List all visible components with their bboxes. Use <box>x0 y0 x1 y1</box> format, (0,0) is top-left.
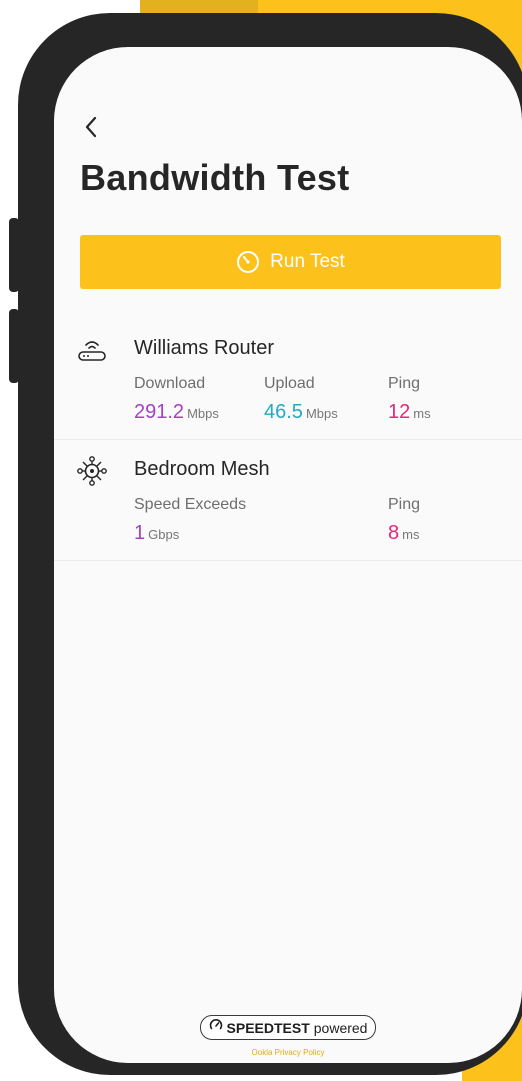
page-title: Bandwidth Test <box>80 157 350 198</box>
device-name: Bedroom Mesh <box>134 458 270 480</box>
metric-value: 291.2 <box>134 401 185 423</box>
metric-label: Download <box>134 375 206 392</box>
mesh-node-icon <box>75 454 109 488</box>
speedtest-powered: powered <box>313 1019 368 1036</box>
device-row-williams-router[interactable]: Williams Router Download 291.2 Mbps Uploa… <box>54 319 522 440</box>
run-test-button[interactable]: Run Test <box>80 235 501 289</box>
metric-value: 1 <box>134 522 146 544</box>
metric-label: Upload <box>264 375 315 392</box>
privacy-policy-link[interactable]: Ookla Privacy Policy <box>252 1048 325 1057</box>
metric-unit: ms <box>402 527 420 542</box>
ping-metric: Ping 12 ms <box>388 375 431 424</box>
metric-unit: Mbps <box>305 406 338 421</box>
speedtest-footer: SPEEDTEST powered Ookla Privacy Policy <box>54 1015 522 1057</box>
download-metric: Download 291.2 Mbps <box>134 375 219 424</box>
metric-unit: Gbps <box>148 527 180 542</box>
speedtest-logo-icon <box>209 1018 223 1037</box>
metric-label: Speed Exceeds <box>134 496 247 513</box>
metric-unit: Mbps <box>187 406 219 421</box>
metric-label: Ping <box>388 496 421 513</box>
metric-label: Ping <box>388 375 421 392</box>
metric-value: 12 <box>388 401 411 423</box>
ping-metric: Ping 8 ms <box>388 496 420 545</box>
upload-metric: Upload 46.5 Mbps <box>264 375 338 424</box>
device-name: Williams Router <box>134 337 275 359</box>
metric-value: 46.5 <box>264 401 303 423</box>
metric-unit: ms <box>413 406 431 421</box>
device-row-bedroom-mesh[interactable]: Bedroom Mesh Speed Exceeds 1 Gbps Ping 8m… <box>54 440 522 561</box>
app-screen: Bandwidth Test Run Test Williams Router … <box>54 47 522 1063</box>
metric-value: 8 <box>388 522 400 544</box>
speedometer-icon <box>236 250 260 274</box>
router-icon <box>75 333 109 367</box>
speedtest-badge[interactable]: SPEEDTEST powered <box>199 1015 377 1040</box>
chevron-left-icon[interactable] <box>80 113 102 141</box>
run-test-label: Run Test <box>270 251 345 272</box>
speedtest-brand: SPEEDTEST <box>226 1019 310 1036</box>
phone-frame: Bandwidth Test Run Test Williams Router … <box>18 13 522 1075</box>
speed-exceeds-metric: Speed Exceeds 1 Gbps <box>134 496 246 545</box>
